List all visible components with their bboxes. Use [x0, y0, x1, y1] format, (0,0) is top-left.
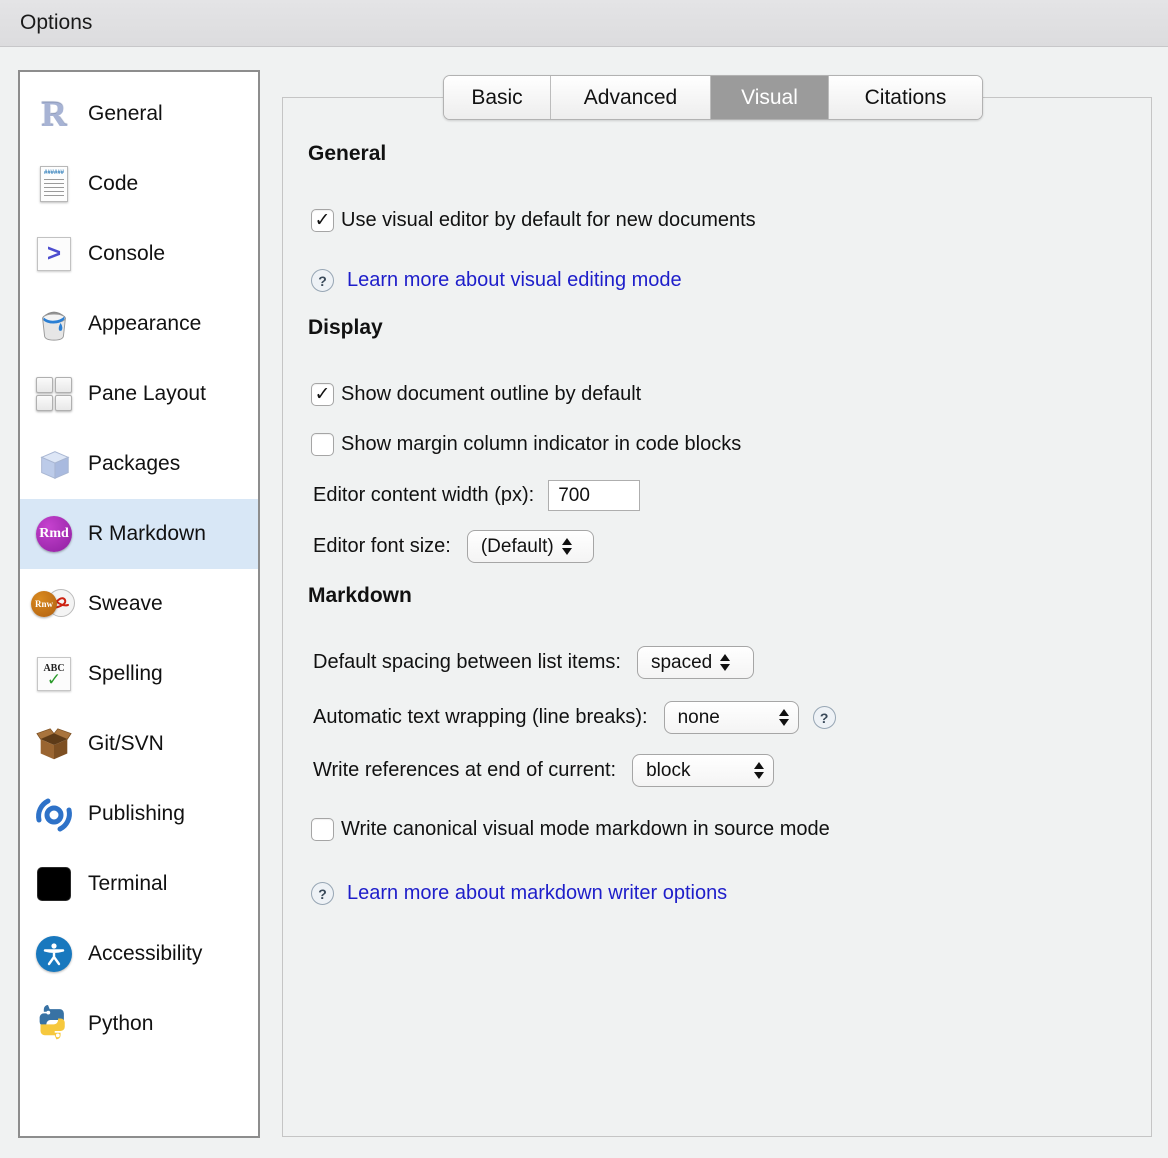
visual-mode-tabbar: Basic Advanced Visual Citations	[443, 75, 983, 120]
sidebar-item-label: Code	[88, 172, 138, 196]
sidebar-item-label: Publishing	[88, 802, 185, 826]
options-content-panel: General ✓ Use visual editor by default f…	[282, 97, 1152, 1137]
help-icon[interactable]: ?	[311, 269, 334, 292]
tab-visual[interactable]: Visual	[710, 76, 828, 119]
sidebar-item-publishing[interactable]: Publishing	[20, 779, 258, 849]
learn-visual-editing-row: ? Learn more about visual editing mode	[311, 269, 682, 292]
learn-visual-editing-link[interactable]: Learn more about visual editing mode	[347, 269, 682, 292]
checkbox-label: Use visual editor by default for new doc…	[341, 209, 756, 232]
package-cube-icon	[33, 443, 75, 485]
sidebar-item-r-markdown[interactable]: Rmd R Markdown	[20, 499, 258, 569]
sidebar-item-label: Accessibility	[88, 942, 202, 966]
sidebar-item-packages[interactable]: Packages	[20, 429, 258, 499]
sidebar-item-label: Console	[88, 242, 165, 266]
checkbox-label: Write canonical visual mode markdown in …	[341, 818, 830, 841]
list-spacing-select[interactable]: spaced	[637, 646, 754, 679]
help-icon[interactable]: ?	[813, 706, 836, 729]
sidebar-item-label: Terminal	[88, 872, 167, 896]
show-outline-checkbox[interactable]: ✓	[311, 383, 334, 406]
accessibility-icon	[33, 933, 75, 975]
sidebar-item-label: Git/SVN	[88, 732, 164, 756]
editor-width-label: Editor content width (px):	[313, 484, 534, 507]
paint-bucket-icon	[33, 303, 75, 345]
sidebar-item-label: Sweave	[88, 592, 163, 616]
sidebar-item-general[interactable]: R General	[20, 79, 258, 149]
select-stepper-arrows	[779, 709, 789, 726]
sweave-rnw-pdf-icon: Rnw	[33, 583, 75, 625]
checkbox-label: Show margin column indicator in code blo…	[341, 433, 741, 456]
console-prompt-icon: >	[33, 233, 75, 275]
rmarkdown-badge-icon: Rmd	[33, 513, 75, 555]
tab-advanced[interactable]: Advanced	[550, 76, 710, 119]
sidebar-item-label: General	[88, 102, 163, 126]
text-wrapping-select[interactable]: none	[664, 701, 799, 734]
sidebar-item-console[interactable]: > Console	[20, 219, 258, 289]
sidebar-item-appearance[interactable]: Appearance	[20, 289, 258, 359]
use-visual-editor-row: ✓ Use visual editor by default for new d…	[311, 209, 756, 232]
show-margin-checkbox[interactable]	[311, 433, 334, 456]
python-icon	[33, 1003, 75, 1045]
window-titlebar: Options	[0, 0, 1168, 47]
section-heading-markdown: Markdown	[308, 584, 412, 608]
sidebar-item-python[interactable]: Python	[20, 989, 258, 1059]
r-logo-icon: R	[33, 93, 75, 135]
section-heading-general: General	[308, 142, 386, 166]
editor-font-size-label: Editor font size:	[313, 535, 451, 558]
show-outline-row: ✓ Show document outline by default	[311, 383, 641, 406]
sidebar-item-spelling[interactable]: ABC ✓ Spelling	[20, 639, 258, 709]
section-heading-display: Display	[308, 316, 383, 340]
select-stepper-arrows	[754, 762, 764, 779]
editor-width-input[interactable]	[548, 480, 640, 511]
use-visual-editor-checkbox[interactable]: ✓	[311, 209, 334, 232]
canonical-markdown-checkbox[interactable]	[311, 818, 334, 841]
pane-grid-icon	[33, 373, 75, 415]
sidebar-item-label: R Markdown	[88, 522, 206, 546]
editor-font-size-select[interactable]: (Default)	[467, 530, 594, 563]
text-wrapping-label: Automatic text wrapping (line breaks):	[313, 706, 648, 729]
git-svn-box-icon	[33, 723, 75, 765]
canonical-markdown-row: Write canonical visual mode markdown in …	[311, 818, 830, 841]
references-row: Write references at end of current: bloc…	[313, 754, 774, 787]
list-spacing-label: Default spacing between list items:	[313, 651, 621, 674]
sidebar-item-sweave[interactable]: Rnw Sweave	[20, 569, 258, 639]
sidebar-item-label: Pane Layout	[88, 382, 206, 406]
options-category-sidebar: R General ###### Code > Console Appearan…	[18, 70, 260, 1138]
learn-markdown-writer-link[interactable]: Learn more about markdown writer options	[347, 882, 727, 905]
text-wrapping-row: Automatic text wrapping (line breaks): n…	[313, 701, 836, 734]
tab-basic[interactable]: Basic	[444, 76, 550, 119]
select-stepper-arrows	[720, 654, 730, 671]
learn-markdown-writer-row: ? Learn more about markdown writer optio…	[311, 882, 727, 905]
checkbox-label: Show document outline by default	[341, 383, 641, 406]
sidebar-item-pane-layout[interactable]: Pane Layout	[20, 359, 258, 429]
tab-citations[interactable]: Citations	[828, 76, 982, 119]
terminal-icon	[33, 863, 75, 905]
select-stepper-arrows	[562, 538, 572, 555]
list-spacing-row: Default spacing between list items: spac…	[313, 646, 754, 679]
code-document-icon: ######	[33, 163, 75, 205]
sidebar-item-label: Appearance	[88, 312, 201, 336]
sidebar-item-label: Spelling	[88, 662, 163, 686]
sidebar-item-accessibility[interactable]: Accessibility	[20, 919, 258, 989]
publishing-connect-icon	[33, 793, 75, 835]
editor-font-size-row: Editor font size: (Default)	[313, 530, 594, 563]
references-select[interactable]: block	[632, 754, 774, 787]
show-margin-row: Show margin column indicator in code blo…	[311, 433, 741, 456]
spellcheck-icon: ABC ✓	[33, 653, 75, 695]
sidebar-item-label: Python	[88, 1012, 153, 1036]
sidebar-item-code[interactable]: ###### Code	[20, 149, 258, 219]
editor-width-row: Editor content width (px):	[313, 480, 640, 511]
references-label: Write references at end of current:	[313, 759, 616, 782]
sidebar-item-git-svn[interactable]: Git/SVN	[20, 709, 258, 779]
window-title: Options	[20, 11, 92, 35]
sidebar-item-label: Packages	[88, 452, 180, 476]
sidebar-item-terminal[interactable]: Terminal	[20, 849, 258, 919]
help-icon[interactable]: ?	[311, 882, 334, 905]
